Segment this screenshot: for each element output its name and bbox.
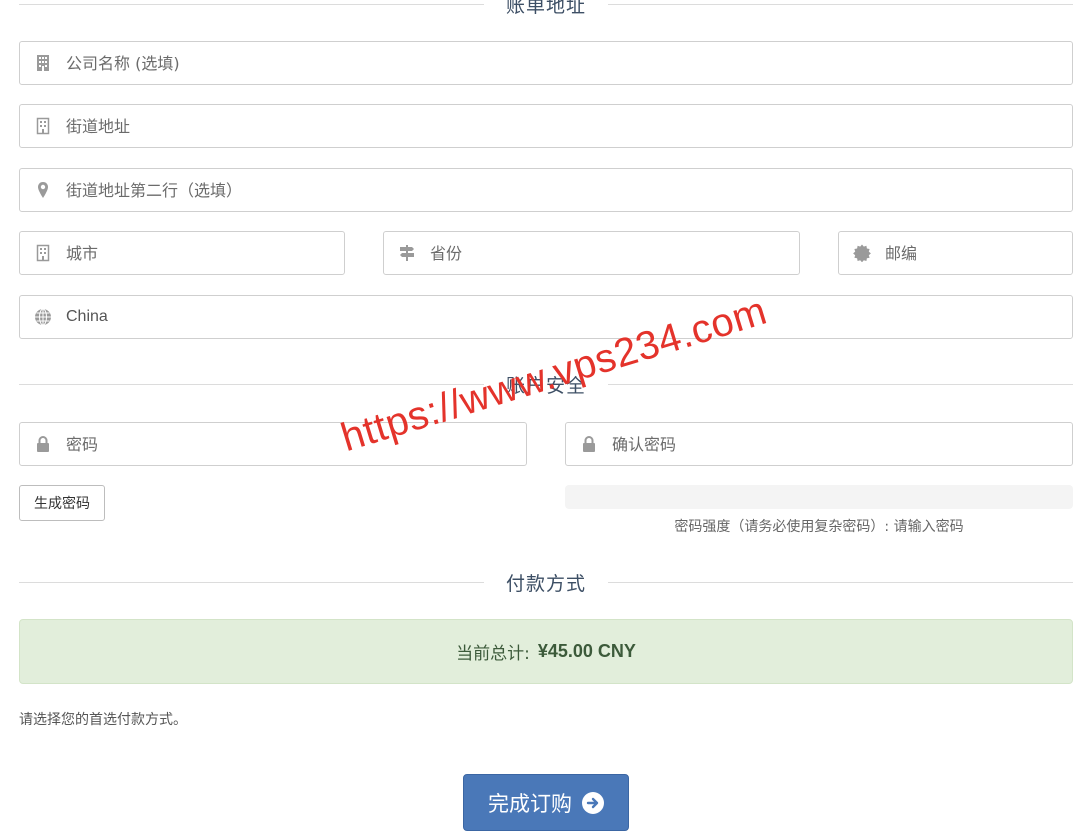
globe-icon <box>20 296 66 338</box>
company-input[interactable] <box>66 42 1072 84</box>
building-icon <box>20 42 66 84</box>
country-value: China <box>66 308 108 325</box>
order-total-amount: ¥45.00 CNY <box>537 641 636 661</box>
section-title-billing: 账单地址 <box>19 0 1074 17</box>
country-select[interactable]: China <box>19 295 1073 339</box>
password-input[interactable] <box>66 423 526 465</box>
postcode-field[interactable] <box>838 231 1080 275</box>
password-confirm-input[interactable] <box>612 423 1072 465</box>
street2-input[interactable] <box>66 169 1072 211</box>
password-strength-bar <box>565 485 1073 509</box>
password-strength-text: 密码强度（请务必使用复杂密码）: 请输入密码 <box>674 519 964 535</box>
order-total-label: 当前总计: <box>456 644 530 664</box>
city-field[interactable] <box>19 231 345 275</box>
complete-order-label: 完成订购 <box>488 791 572 816</box>
street-field[interactable] <box>19 104 1073 148</box>
password-confirm-field[interactable] <box>565 422 1073 466</box>
state-input[interactable] <box>430 232 799 274</box>
city-input[interactable] <box>66 232 344 274</box>
order-total-box: 当前总计: ¥45.00 CNY <box>19 619 1073 684</box>
lock-icon <box>566 423 612 465</box>
postcode-input[interactable] <box>885 232 1080 274</box>
certificate-icon <box>839 232 885 274</box>
section-title-payment-text: 付款方式 <box>506 572 587 595</box>
building-outline-icon <box>20 105 66 147</box>
building-outline-icon <box>20 232 66 274</box>
complete-order-button[interactable]: 完成订购 <box>463 774 629 831</box>
company-field[interactable] <box>19 41 1073 85</box>
payment-method-note: 请选择您的首选付款方式。 <box>19 712 187 728</box>
lock-icon <box>20 423 66 465</box>
section-title-billing-text: 账单地址 <box>506 0 587 17</box>
state-field[interactable] <box>383 231 800 275</box>
street-input[interactable] <box>66 105 1072 147</box>
map-marker-icon <box>20 169 66 211</box>
section-title-payment: 付款方式 <box>19 570 1074 595</box>
arrow-circle-right-icon <box>582 791 604 814</box>
signpost-icon <box>384 232 430 274</box>
street2-field[interactable] <box>19 168 1073 212</box>
generate-password-button[interactable]: 生成密码 <box>19 485 105 521</box>
